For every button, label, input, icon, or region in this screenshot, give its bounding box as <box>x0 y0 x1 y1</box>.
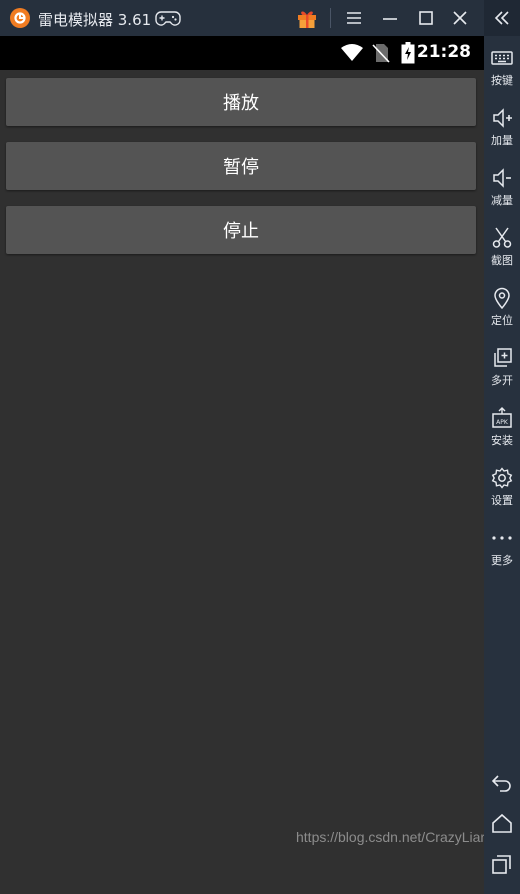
sidebar-item-keymap[interactable]: 按键 <box>484 42 520 98</box>
sidebar-item-label: 截图 <box>491 254 513 267</box>
sidebar-item-label: 多开 <box>491 374 513 387</box>
watermark: https://blog.csdn.net/CrazyLiar <box>296 829 486 845</box>
keyboard-icon <box>491 51 513 65</box>
emulator-title-bar: 雷电模拟器 3.61 <box>0 0 520 36</box>
hamburger-menu-icon <box>347 12 361 24</box>
android-status-bar: 21:28 <box>0 36 484 70</box>
stop-button[interactable]: 停止 <box>6 206 476 254</box>
window-title: 雷电模拟器 3.61 <box>38 11 152 29</box>
minimize-icon <box>383 18 397 20</box>
svg-text:APK: APK <box>496 419 509 426</box>
sidebar-item-label: 安装 <box>491 434 513 447</box>
gift-icon[interactable] <box>296 7 318 29</box>
sidebar-item-more[interactable]: 更多 <box>484 522 520 578</box>
battery-charging-icon <box>401 42 415 64</box>
sidebar-item-multi-instance[interactable]: 多开 <box>484 342 520 398</box>
status-clock: 21:28 <box>416 42 471 62</box>
sidebar-item-volume-up[interactable]: 加量 <box>484 102 520 158</box>
multi-instance-icon <box>494 348 512 367</box>
sidebar-item-install-apk[interactable]: APK 安装 <box>484 402 520 458</box>
close-icon <box>453 11 467 25</box>
sidebar-item-label: 加量 <box>491 134 513 147</box>
close-button[interactable] <box>447 6 473 30</box>
sidebar-item-location[interactable]: 定位 <box>484 282 520 338</box>
home-icon[interactable] <box>490 812 514 836</box>
sidebar-item-settings[interactable]: 设置 <box>484 462 520 518</box>
minimize-button[interactable] <box>377 6 403 30</box>
sidebar-item-label: 设置 <box>491 494 513 507</box>
title-separator <box>330 8 331 28</box>
sidebar-item-label: 定位 <box>491 314 513 327</box>
sidebar-item-label: 按键 <box>491 74 513 87</box>
sidebar-item-label: 更多 <box>491 554 513 567</box>
menu-button[interactable] <box>341 6 367 30</box>
gamepad-icon[interactable] <box>155 9 181 27</box>
location-pin-icon <box>494 287 510 310</box>
back-icon[interactable] <box>490 771 514 795</box>
gear-icon <box>491 467 513 489</box>
sidebar-item-label: 减量 <box>491 194 513 207</box>
emulator-sidebar: 按键 加量 减量 截图 定位 多开 APK 安装 设置 更多 <box>484 36 520 894</box>
sidebar-item-volume-down[interactable]: 减量 <box>484 162 520 218</box>
maximize-icon <box>419 11 433 25</box>
volume-down-icon <box>493 168 511 188</box>
recent-apps-icon[interactable] <box>490 852 514 876</box>
apk-install-icon: APK <box>492 407 512 428</box>
double-chevron-left-icon <box>494 11 509 25</box>
pause-button[interactable]: 暂停 <box>6 142 476 190</box>
scissors-icon <box>492 227 512 248</box>
collapse-sidebar-button[interactable] <box>484 0 520 36</box>
more-dots-icon <box>492 536 512 540</box>
sidebar-item-screenshot[interactable]: 截图 <box>484 222 520 278</box>
play-button[interactable]: 播放 <box>6 78 476 126</box>
wifi-icon <box>341 44 363 61</box>
android-screen: 21:28 播放 暂停 停止 <box>0 36 484 894</box>
no-sim-icon <box>372 44 390 63</box>
volume-up-icon <box>493 108 512 128</box>
maximize-button[interactable] <box>413 6 439 30</box>
leidian-logo-icon <box>10 8 30 28</box>
